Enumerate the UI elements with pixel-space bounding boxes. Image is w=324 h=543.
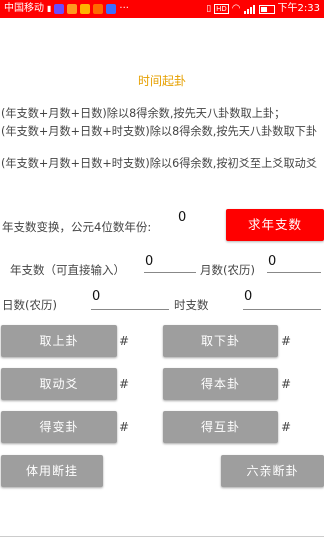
liuqin-judge-button[interactable]: 六亲断卦 bbox=[221, 455, 324, 487]
wifi-icon: ◠ bbox=[231, 3, 241, 14]
base-hexagram-result: # bbox=[281, 377, 292, 391]
month-input[interactable]: 0 bbox=[268, 254, 318, 269]
month-input-underline bbox=[267, 272, 321, 273]
app-icon-1 bbox=[54, 4, 65, 14]
day-input-underline bbox=[91, 309, 169, 310]
battery-icon bbox=[258, 4, 275, 14]
signal-icon: ▮ bbox=[47, 4, 52, 13]
app-icon-2 bbox=[67, 4, 78, 14]
get-lower-trigram-button[interactable]: 取下卦 bbox=[163, 325, 278, 357]
rule-upper-trigram: (年支数+月数+日数)除以8得余数,按先天八卦数取上卦； bbox=[1, 107, 286, 120]
hd-icon: HD bbox=[214, 4, 229, 14]
mutual-hexagram-result: # bbox=[281, 420, 292, 434]
year-branch-input[interactable]: 0 bbox=[145, 254, 193, 269]
compute-year-branch-button[interactable]: 求年支数 bbox=[226, 209, 324, 241]
get-mutual-hexagram-button[interactable]: 得互卦 bbox=[163, 411, 278, 443]
moving-line-result: # bbox=[119, 377, 130, 391]
get-base-hexagram-button[interactable]: 得本卦 bbox=[163, 368, 278, 400]
clock: 下午2:33 bbox=[277, 3, 320, 14]
status-bar-left: 中国移动 ▮ ··· bbox=[4, 0, 129, 18]
status-bar-right: ▯ HD ◠ 下午2:33 bbox=[206, 0, 320, 18]
year-branch-input-underline bbox=[144, 272, 196, 273]
app-icon-5 bbox=[106, 4, 117, 14]
year-input[interactable]: 0 bbox=[178, 210, 208, 225]
rule-lower-trigram: (年支数+月数+日数+时支数)除以8得余数,按先天八卦数取下卦 bbox=[1, 125, 318, 138]
signal-icon bbox=[243, 4, 256, 14]
day-input[interactable]: 0 bbox=[92, 289, 166, 304]
get-upper-trigram-button[interactable]: 取上卦 bbox=[1, 325, 117, 357]
day-label: 日数(农历) bbox=[2, 298, 57, 312]
page-title: 时间起卦 bbox=[137, 74, 186, 88]
hour-label: 时支数 bbox=[174, 298, 209, 312]
month-label: 月数(农历) bbox=[200, 263, 255, 277]
status-bar: 中国移动 ▮ ··· ▯ HD ◠ 下午2:33 bbox=[0, 0, 324, 18]
tiyong-judge-button[interactable]: 体用断挂 bbox=[1, 455, 103, 487]
lower-trigram-result: # bbox=[281, 334, 292, 348]
get-changed-hexagram-button[interactable]: 得变卦 bbox=[1, 411, 117, 443]
changed-hexagram-result: # bbox=[119, 420, 130, 434]
upper-trigram-result: # bbox=[119, 334, 130, 348]
app-icon-3 bbox=[80, 4, 91, 14]
rule-moving-line: (年支数+月数+日数+时支数)除以6得余数,按初爻至上爻取动爻 bbox=[1, 157, 318, 170]
more-notifications-icon: ··· bbox=[119, 3, 129, 14]
year-branch-label: 年支数（可直接输入） bbox=[10, 263, 125, 277]
hour-input-underline bbox=[243, 309, 321, 310]
year-convert-label: 年支数变换，公元4位数年份: bbox=[2, 220, 152, 234]
bottom-divider bbox=[0, 536, 324, 537]
get-moving-line-button[interactable]: 取动爻 bbox=[1, 368, 117, 400]
hour-input[interactable]: 0 bbox=[244, 289, 318, 304]
vibrate-icon: ▯ bbox=[206, 4, 212, 14]
carrier-label: 中国移动 bbox=[4, 3, 44, 14]
app-icon-4 bbox=[93, 4, 104, 14]
